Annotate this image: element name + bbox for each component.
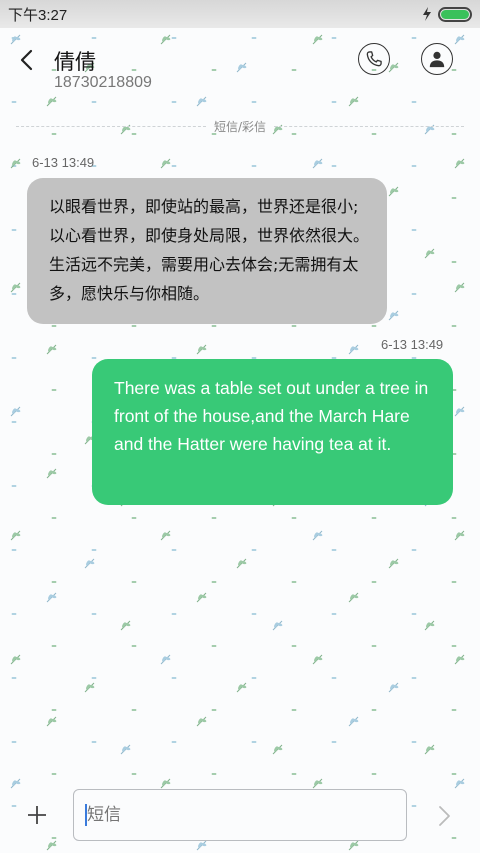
conversation-header: 倩倩 18730218809 (0, 28, 480, 112)
divider-label: 短信/彩信 (213, 119, 267, 134)
message-timestamp: 6-13 13:49 (381, 337, 444, 352)
bolt-icon (423, 7, 431, 21)
message-timestamp: 6-13 13:49 (32, 155, 95, 170)
person-icon (429, 51, 445, 68)
phone-icon (366, 51, 382, 67)
outgoing-message-bubble[interactable]: There was a table set out under a tree i… (92, 359, 453, 505)
plus-icon[interactable] (26, 804, 48, 826)
message-composer (0, 786, 480, 846)
divider-line-left (16, 125, 206, 127)
call-button[interactable] (358, 43, 390, 75)
sms-mms-divider: 短信/彩信 (16, 116, 465, 136)
back-arrow-icon[interactable] (14, 46, 42, 74)
chevron-right-icon[interactable] (436, 804, 452, 828)
contact-profile-button[interactable] (421, 43, 453, 75)
incoming-message-bubble[interactable]: 以眼看世界，即使站的最高，世界还是很小;以心看世界，即使身处局限，世界依然很大。… (27, 178, 387, 324)
status-time: 下午3:27 (8, 6, 68, 24)
message-input[interactable] (73, 789, 407, 841)
status-bar: 下午3:27 (0, 0, 480, 28)
contact-name: 倩倩 (54, 50, 96, 74)
divider-line-right (274, 125, 465, 127)
battery-fill (441, 9, 469, 19)
text-caret (85, 804, 87, 826)
battery-icon (438, 6, 472, 22)
contact-number: 18730218809 (54, 74, 152, 91)
